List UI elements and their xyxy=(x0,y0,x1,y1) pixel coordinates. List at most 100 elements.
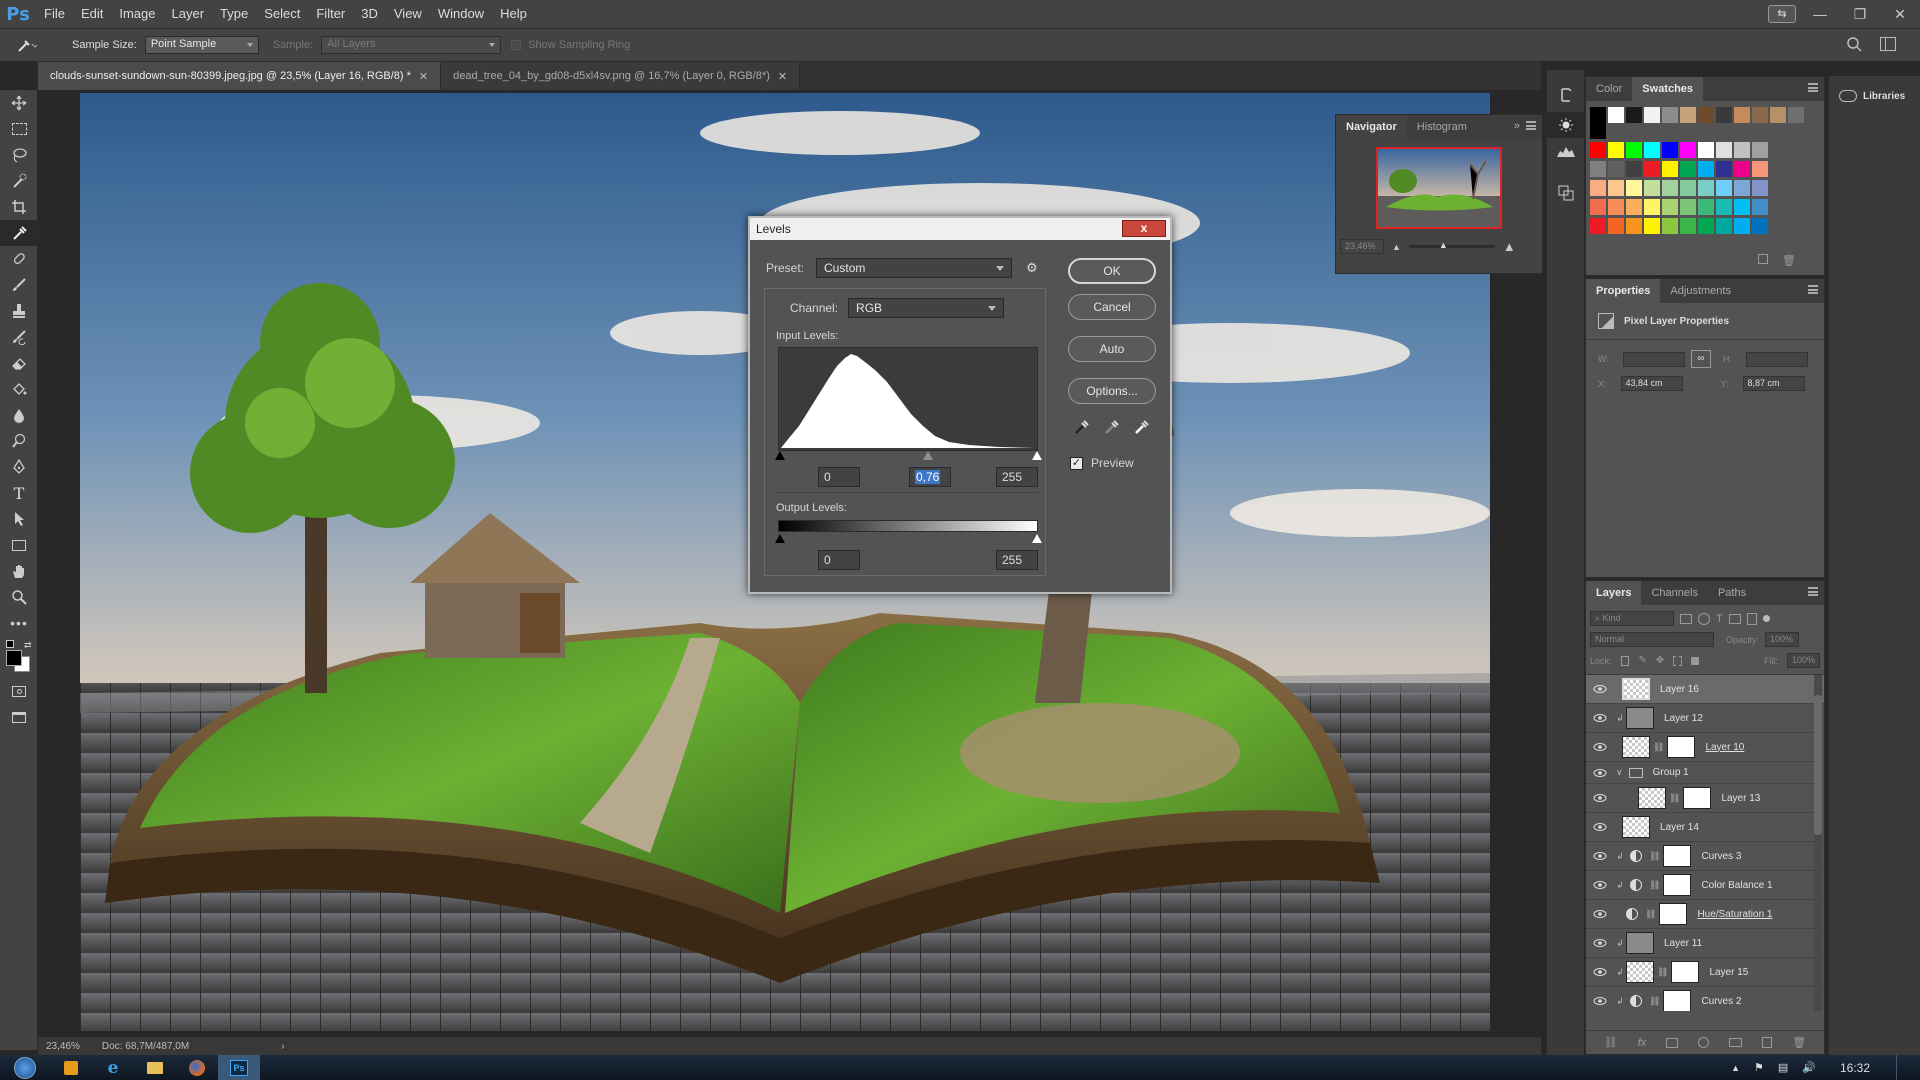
menu-3d[interactable]: 3D xyxy=(353,0,386,28)
sample-select[interactable]: All Layers xyxy=(321,36,502,54)
lock-position-icon[interactable]: ✥ xyxy=(1656,655,1664,666)
tab-dead-tree-document[interactable]: dead_tree_04_by_gd08-d5xl4sv.png @ 16,7%… xyxy=(441,62,801,90)
panel-menu-icon[interactable] xyxy=(1808,285,1818,294)
layer-name[interactable]: Layer 14 xyxy=(1660,822,1699,833)
link-layers-icon[interactable]: ⛓ xyxy=(1604,1036,1618,1049)
color-swatch[interactable] xyxy=(1662,107,1678,123)
layer-row[interactable]: Layer 16 xyxy=(1586,675,1824,704)
color-swatch[interactable] xyxy=(1644,107,1660,123)
lasso-tool-icon[interactable] xyxy=(0,142,38,168)
layer-row[interactable]: ⛓ Layer 13 xyxy=(1586,784,1824,813)
rectangle-tool-icon[interactable] xyxy=(0,532,38,558)
color-swatch[interactable] xyxy=(1752,107,1768,123)
visibility-eye-icon[interactable] xyxy=(1586,939,1614,947)
color-swatch[interactable] xyxy=(1590,180,1606,196)
filter-shape-icon[interactable] xyxy=(1728,613,1741,624)
color-swatch[interactable] xyxy=(1716,218,1732,234)
workspace-icon[interactable] xyxy=(1880,37,1896,51)
tab-navigator[interactable]: Navigator xyxy=(1336,115,1407,139)
color-swatch[interactable] xyxy=(1680,107,1696,123)
input-white-slider[interactable] xyxy=(1032,451,1042,460)
menu-type[interactable]: Type xyxy=(212,0,256,28)
color-swatch[interactable] xyxy=(1680,142,1696,158)
color-swatch[interactable] xyxy=(1644,199,1660,215)
color-swatch[interactable] xyxy=(1734,218,1750,234)
height-field[interactable] xyxy=(1745,351,1808,367)
color-swatch[interactable] xyxy=(1662,218,1678,234)
status-chevron-icon[interactable]: › xyxy=(281,1041,284,1052)
group-row[interactable]: ∨ Group 1 xyxy=(1586,762,1824,784)
move-tool-icon[interactable] xyxy=(0,90,38,116)
show-desktop-button[interactable] xyxy=(1896,1055,1906,1080)
tab-layers[interactable]: Layers xyxy=(1586,581,1642,605)
tab-swatches[interactable]: Swatches xyxy=(1632,77,1704,101)
layer-style-icon[interactable]: fx xyxy=(1638,1037,1647,1049)
menu-layer[interactable]: Layer xyxy=(164,0,213,28)
navigator-zoom-field[interactable]: 23,46% xyxy=(1340,239,1384,254)
tab-color[interactable]: Color xyxy=(1586,77,1632,101)
layers-scrollbar[interactable] xyxy=(1814,675,1822,1011)
quick-mask-icon[interactable] xyxy=(0,678,38,704)
layer-row[interactable]: ↲ ⛓ Curves 3 xyxy=(1586,842,1824,871)
color-swatch[interactable] xyxy=(1590,123,1606,139)
color-swatch[interactable] xyxy=(1662,142,1678,158)
eyedropper-tool-icon[interactable] xyxy=(0,220,38,246)
color-swatch[interactable] xyxy=(1608,180,1624,196)
color-swatch[interactable] xyxy=(1716,161,1732,177)
lock-all-icon[interactable] xyxy=(1691,656,1699,665)
media-player-icon[interactable] xyxy=(50,1055,92,1080)
sample-size-select[interactable]: Point Sample xyxy=(144,36,259,54)
crop-tool-icon[interactable] xyxy=(0,194,38,220)
layer-name[interactable]: Color Balance 1 xyxy=(1701,880,1772,891)
clock[interactable]: 16:32 xyxy=(1840,1061,1870,1075)
output-black-slider[interactable] xyxy=(775,534,785,543)
color-swatch[interactable] xyxy=(1626,180,1642,196)
layer-row[interactable]: ↲ Layer 11 xyxy=(1586,929,1824,958)
color-swatch[interactable] xyxy=(1734,142,1750,158)
x-field[interactable]: 43,84 cm xyxy=(1620,376,1683,391)
ok-button[interactable]: OK xyxy=(1068,258,1156,284)
link-dimensions-icon[interactable]: ∞ xyxy=(1690,350,1711,368)
color-swatch[interactable] xyxy=(1716,199,1732,215)
zoom-out-icon[interactable]: ▲ xyxy=(1392,242,1401,252)
close-window-button[interactable]: ✕ xyxy=(1880,0,1920,28)
paint-bucket-tool-icon[interactable] xyxy=(0,376,38,402)
color-swatch[interactable] xyxy=(1734,199,1750,215)
color-swatch[interactable] xyxy=(1590,107,1606,123)
color-swatch[interactable] xyxy=(1590,161,1606,177)
brush-tool-icon[interactable] xyxy=(0,272,38,298)
layer-row[interactable]: ↲ ⛓ Layer 15 xyxy=(1586,958,1824,987)
color-swatch[interactable] xyxy=(1608,142,1624,158)
zoom-in-icon[interactable]: ▲ xyxy=(1503,239,1516,254)
visibility-eye-icon[interactable] xyxy=(1586,852,1614,860)
color-swatch[interactable] xyxy=(1626,142,1642,158)
pen-tool-icon[interactable] xyxy=(0,454,38,480)
history-panel-icon[interactable] xyxy=(1547,82,1585,108)
color-swatch[interactable] xyxy=(1788,107,1804,123)
history-brush-tool-icon[interactable] xyxy=(0,324,38,350)
filter-adjustment-icon[interactable] xyxy=(1698,612,1710,625)
color-swatch[interactable] xyxy=(1680,180,1696,196)
zoom-level[interactable]: 23,46% xyxy=(46,1041,80,1052)
swap-workspace-icon[interactable]: ⇆ xyxy=(1764,0,1800,28)
new-layer-icon[interactable] xyxy=(1762,1037,1773,1048)
color-swatch[interactable] xyxy=(1662,161,1678,177)
tab-histogram[interactable]: Histogram xyxy=(1407,115,1477,139)
input-gamma-field[interactable]: 0,76 xyxy=(909,467,951,487)
color-swatch[interactable] xyxy=(1626,161,1642,177)
layer-name[interactable]: Layer 12 xyxy=(1664,713,1703,724)
libraries-button[interactable]: Libraries xyxy=(1829,76,1920,102)
visibility-eye-icon[interactable] xyxy=(1586,794,1614,802)
black-point-eyedropper-icon[interactable] xyxy=(1072,418,1090,436)
search-icon[interactable] xyxy=(1846,36,1862,52)
new-swatch-icon[interactable] xyxy=(1758,254,1769,264)
output-white-slider[interactable] xyxy=(1032,534,1042,543)
minimize-button[interactable]: — xyxy=(1800,0,1840,28)
color-swatches-icon[interactable]: ⇄ xyxy=(0,636,38,678)
color-swatch[interactable] xyxy=(1698,142,1714,158)
layer-row[interactable]: ↲ ⛓ Curves 2 xyxy=(1586,987,1824,1011)
blend-mode-select[interactable]: Normal xyxy=(1590,632,1714,647)
healing-brush-tool-icon[interactable] xyxy=(0,246,38,272)
preview-checkbox[interactable]: ✓ xyxy=(1070,456,1083,470)
filter-kind-select[interactable]: ⌕ Kind xyxy=(1590,611,1674,626)
